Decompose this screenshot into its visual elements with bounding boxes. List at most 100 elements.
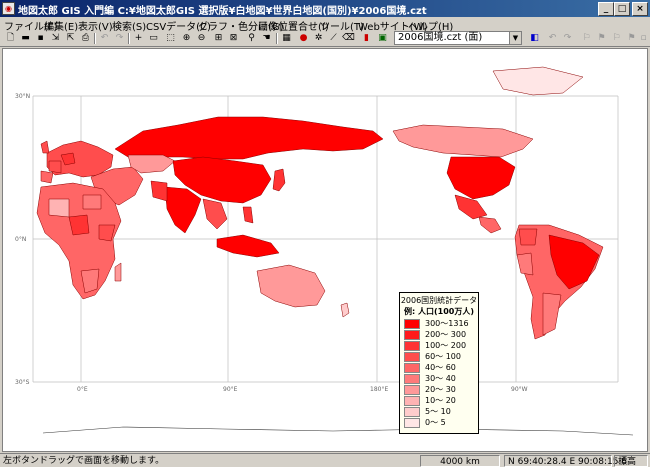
find-icon[interactable]: ⚲ bbox=[245, 32, 258, 45]
country-indochina bbox=[202, 198, 228, 230]
legend-swatch bbox=[404, 385, 420, 395]
minimize-button[interactable]: _ bbox=[598, 2, 614, 16]
tool-c-icon[interactable]: ⚐ bbox=[610, 32, 623, 45]
tool-e-icon[interactable]: ▫ bbox=[637, 32, 650, 45]
legend-row: 10～ 20 bbox=[404, 396, 478, 406]
country-uk bbox=[40, 140, 50, 154]
maximize-button[interactable]: □ bbox=[614, 2, 630, 16]
country-colombia bbox=[518, 228, 538, 246]
legend-swatch bbox=[404, 363, 420, 373]
tool-a-icon[interactable]: ⚐ bbox=[580, 32, 593, 45]
toolbar-separator bbox=[94, 33, 96, 44]
country-pakistan bbox=[150, 180, 168, 202]
layer-dropdown[interactable]: 2006国境.czt (面) ▼ bbox=[394, 31, 522, 45]
country-greenland bbox=[492, 66, 584, 96]
snowflake-icon[interactable]: ✲ bbox=[312, 32, 325, 45]
app-icon[interactable]: ◉ bbox=[2, 2, 15, 15]
legend-row: 40～ 60 bbox=[404, 363, 478, 373]
select-icon[interactable]: ⬚ bbox=[164, 32, 177, 45]
status-hint: 左ボタンドラッグで画面を移動します。 bbox=[3, 456, 165, 466]
layer-dropdown-value: 2006国境.czt (面) bbox=[398, 32, 483, 43]
open-folder-icon[interactable]: ▬ bbox=[19, 32, 32, 45]
legend-label: 5～ 10 bbox=[425, 407, 451, 416]
legend-label: 0～ 5 bbox=[425, 418, 446, 427]
lat-label-0: 0°N bbox=[15, 236, 26, 243]
lon-label-90w: 90°W bbox=[511, 386, 528, 393]
layers-icon[interactable]: ◧ bbox=[528, 32, 541, 45]
world-map: 30°N 0°N 30°S 0°E 90°E 180°E 90°W bbox=[15, 66, 634, 436]
legend-label: 300～1316 bbox=[425, 319, 469, 328]
country-central-america bbox=[478, 216, 502, 234]
coordinate-readout: N 69:40:28.4 E 90:08:15.6 bbox=[504, 455, 627, 467]
country-alaska-canada bbox=[392, 124, 534, 158]
legend-label: 200～ 300 bbox=[425, 330, 467, 339]
image-icon[interactable]: ▣ bbox=[376, 32, 389, 45]
close-button[interactable]: × bbox=[632, 2, 648, 16]
pan-hand-icon[interactable]: ☚ bbox=[260, 32, 273, 45]
legend-row: 0～ 5 bbox=[404, 418, 478, 428]
legend-swatch bbox=[404, 374, 420, 384]
legend-row: 60～ 100 bbox=[404, 352, 478, 362]
country-peru bbox=[516, 252, 534, 276]
legend-row: 5～ 10 bbox=[404, 407, 478, 417]
tool-b-icon[interactable]: ⚑ bbox=[595, 32, 608, 45]
redo-icon[interactable]: ↷ bbox=[113, 32, 126, 45]
country-polygons bbox=[36, 66, 604, 340]
legend-label: 30～ 40 bbox=[425, 374, 456, 383]
undo-icon[interactable]: ↶ bbox=[98, 32, 111, 45]
save-icon[interactable]: ▪ bbox=[34, 32, 47, 45]
toolbar: 🗋 ▬ ▪ ⇲ ⇱ ⎙ ↶ ↷ + ▭ ⬚ ⊕ ⊖ ⊞ ⊠ ⚲ ☚ ▦ ● ✲ … bbox=[0, 31, 650, 47]
table-icon[interactable]: ▦ bbox=[280, 32, 293, 45]
country-mexico bbox=[454, 194, 488, 220]
export-icon[interactable]: ⇱ bbox=[64, 32, 77, 45]
redo-2-icon[interactable]: ↷ bbox=[561, 32, 574, 45]
lon-label-0e: 0°E bbox=[77, 386, 88, 393]
country-usa bbox=[446, 156, 516, 200]
print-icon[interactable]: ⎙ bbox=[79, 32, 92, 45]
country-indonesia bbox=[216, 234, 280, 258]
legend-subtitle: 例: 人口(100万人) bbox=[404, 307, 474, 316]
legend-swatch bbox=[404, 352, 420, 362]
record-icon[interactable]: ● bbox=[297, 32, 310, 45]
legend-swatch bbox=[404, 396, 420, 406]
menu-bar: ファイル(F) 編集(E) 表示(V) 検索(S) CSVデータ(C) グラフ・… bbox=[0, 17, 650, 33]
add-point-icon[interactable]: + bbox=[132, 32, 145, 45]
country-new-zealand bbox=[340, 302, 350, 318]
legend-swatch bbox=[404, 418, 420, 428]
import-icon[interactable]: ⇲ bbox=[49, 32, 62, 45]
antarctica-coast bbox=[42, 426, 634, 436]
map-legend[interactable]: 2006国別統計データ 例: 人口(100万人) 300～1316 200～ 3… bbox=[399, 292, 479, 434]
legend-row: 100～ 200 bbox=[404, 341, 478, 351]
eraser-icon[interactable]: ⌫ bbox=[342, 32, 355, 45]
legend-title: 2006国別統計データ bbox=[400, 296, 478, 305]
legend-swatch bbox=[404, 407, 420, 417]
zoom-in-icon[interactable]: ⊕ bbox=[180, 32, 193, 45]
legend-swatch bbox=[404, 319, 420, 329]
country-australia bbox=[256, 264, 326, 308]
toolbar-separator bbox=[276, 33, 278, 44]
lat-label-30n: 30°N bbox=[15, 93, 30, 100]
window-title: 地図太郎 GIS 入門編 C:¥地図太郎GIS 選択版¥白地図¥世界白地図(国別… bbox=[18, 6, 427, 17]
country-russia bbox=[114, 116, 384, 160]
ruler-icon[interactable]: ⟋ bbox=[327, 32, 340, 45]
undo-2-icon[interactable]: ↶ bbox=[546, 32, 559, 45]
legend-row: 30～ 40 bbox=[404, 374, 478, 384]
lon-label-180e: 180°E bbox=[370, 386, 388, 393]
scale-bar: 4000 km bbox=[420, 455, 500, 467]
country-madagascar bbox=[114, 262, 122, 282]
legend-label: 100～ 200 bbox=[425, 341, 467, 350]
map-canvas[interactable]: 30°N 0°N 30°S 0°E 90°E 180°E 90°W bbox=[2, 48, 648, 452]
lon-label-90e: 90°E bbox=[223, 386, 238, 393]
toolbar-separator bbox=[128, 33, 130, 44]
zoom-out-icon[interactable]: ⊖ bbox=[195, 32, 208, 45]
edit-icon[interactable]: ▭ bbox=[147, 32, 160, 45]
chevron-down-icon[interactable]: ▼ bbox=[509, 32, 521, 44]
legend-row: 300～1316 bbox=[404, 319, 478, 329]
fit-extent-icon[interactable]: ⊞ bbox=[212, 32, 225, 45]
new-file-icon[interactable]: 🗋 bbox=[4, 32, 17, 45]
full-extent-icon[interactable]: ⊠ bbox=[227, 32, 240, 45]
bar-chart-icon[interactable]: ▮ bbox=[360, 32, 373, 45]
legend-swatch bbox=[404, 330, 420, 340]
country-west-africa bbox=[48, 198, 70, 218]
country-argentina bbox=[542, 292, 562, 336]
